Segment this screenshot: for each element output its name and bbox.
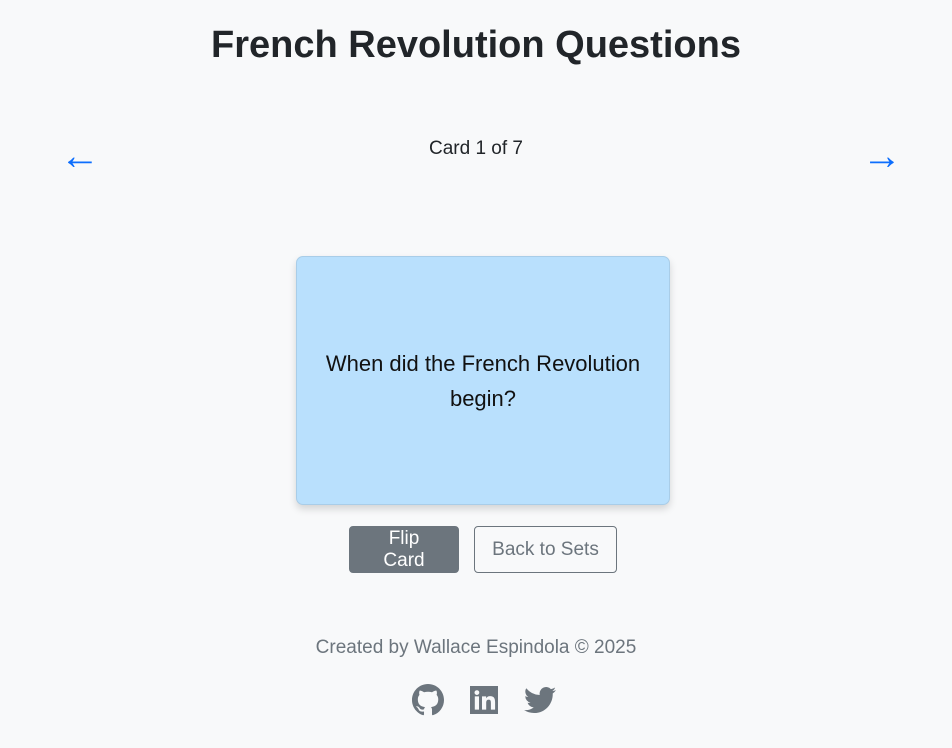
- flip-card-button[interactable]: Flip Card: [349, 526, 459, 573]
- flashcard-question: When did the French Revolution begin?: [325, 350, 641, 411]
- flashcard[interactable]: When did the French Revolution begin?: [296, 256, 670, 505]
- card-actions: Flip Card Back to Sets: [349, 526, 617, 573]
- card-counter: Card 1 of 7: [429, 138, 523, 159]
- social-links: [412, 684, 556, 716]
- github-icon[interactable]: [412, 684, 444, 716]
- page-title: French Revolution Questions: [211, 24, 741, 66]
- next-card-arrow[interactable]: →: [862, 134, 902, 178]
- linkedin-icon[interactable]: [468, 684, 500, 716]
- back-to-sets-button[interactable]: Back to Sets: [474, 526, 617, 573]
- footer-credit: Created by Wallace Espindola © 2025: [315, 637, 637, 658]
- twitter-icon[interactable]: [524, 684, 556, 716]
